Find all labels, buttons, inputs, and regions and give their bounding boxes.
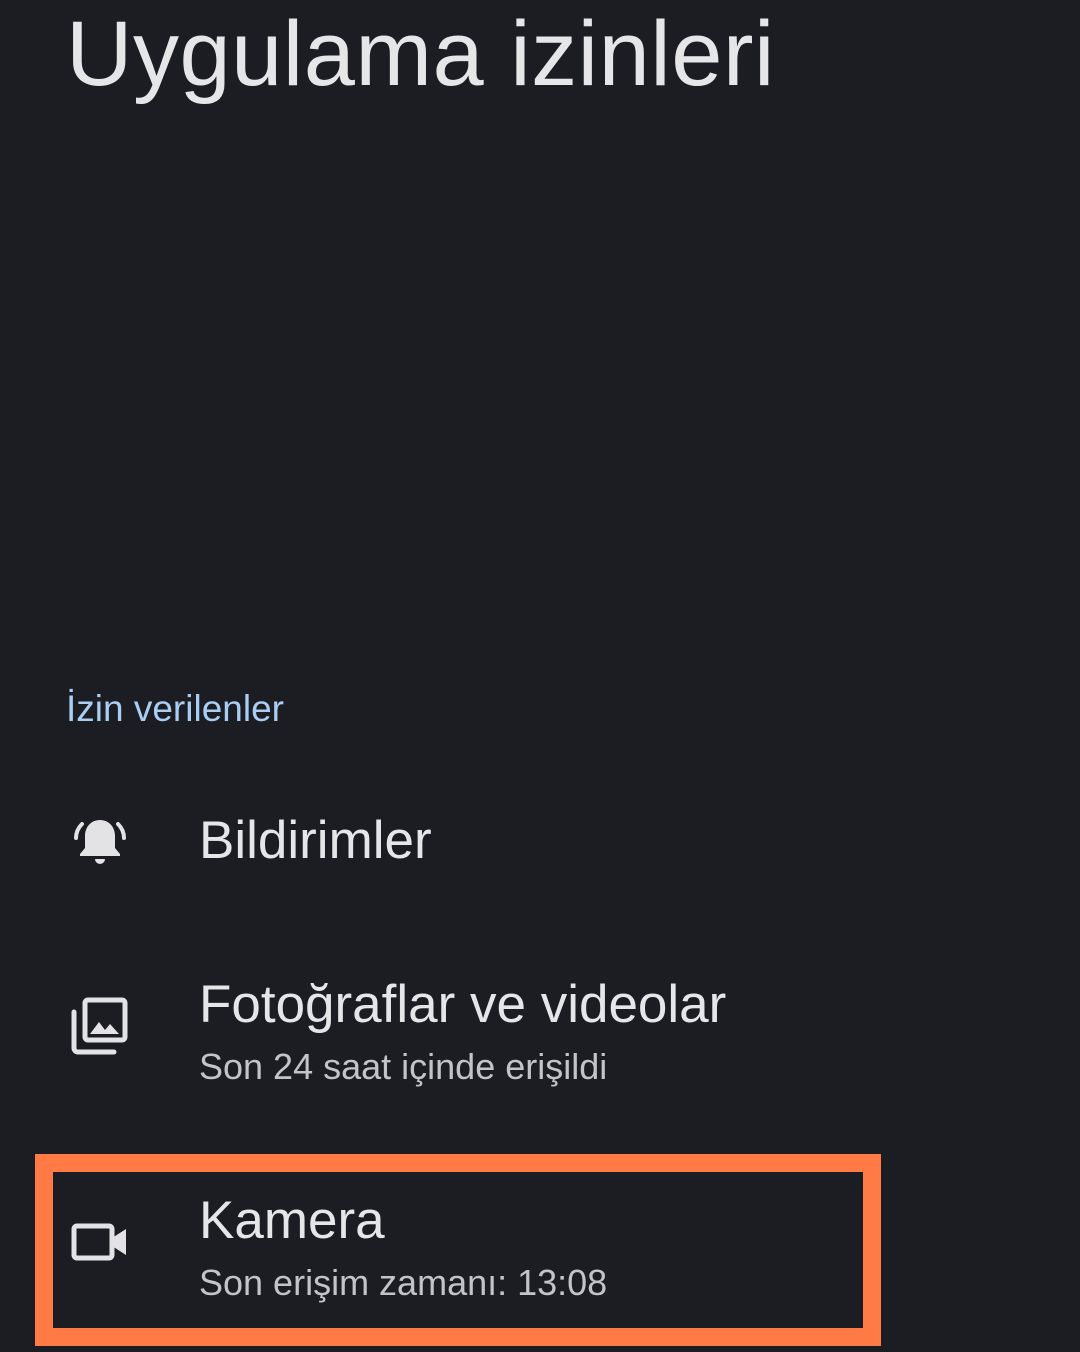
permission-title: Fotoğraflar ve videolar xyxy=(199,975,727,1034)
permission-subtitle: Son erişim zamanı: 13:08 xyxy=(199,1262,608,1303)
permission-item-camera[interactable]: Kamera Son erişim zamanı: 13:08 xyxy=(0,1176,1080,1316)
permission-title: Kamera xyxy=(199,1191,385,1250)
video-camera-icon xyxy=(68,1210,132,1274)
section-header-allowed: İzin verilenler xyxy=(66,688,284,729)
photo-library-icon xyxy=(68,994,132,1058)
permission-subtitle: Son 24 saat içinde erişildi xyxy=(199,1046,608,1087)
page-title: Uygulama izinleri xyxy=(66,3,775,105)
permission-title: Bildirimler xyxy=(199,811,432,870)
permission-item-photos-videos[interactable]: Fotoğraflar ve videolar Son 24 saat için… xyxy=(0,960,1080,1100)
bell-icon xyxy=(68,810,132,874)
permission-item-notifications[interactable]: Bildirimler xyxy=(0,790,1080,910)
